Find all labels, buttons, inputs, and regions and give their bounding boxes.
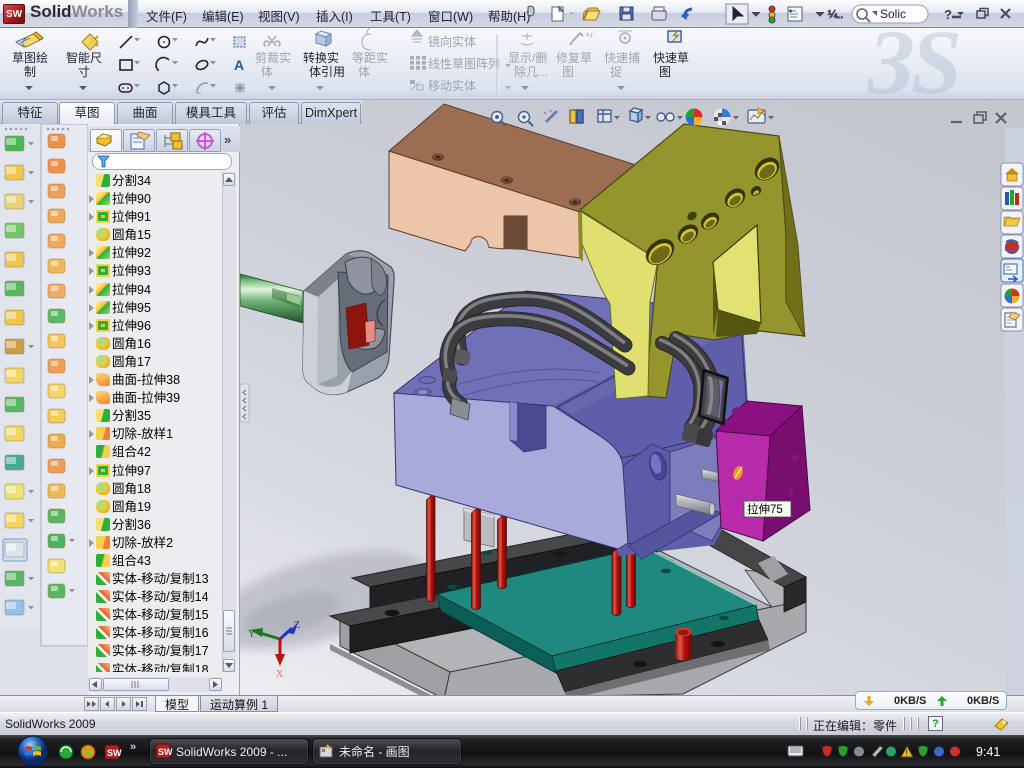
svg-text:!: !: [906, 749, 908, 758]
svg-text:镜向实体: 镜向实体: [428, 34, 476, 49]
svg-text:未命名 - 画图: 未命名 - 画图: [339, 744, 410, 759]
svg-text:寸: 寸: [78, 65, 90, 79]
svg-text:移动实体: 移动实体: [428, 78, 476, 93]
svg-text:捉: 捉: [610, 64, 622, 79]
svg-text:体引用: 体引用: [309, 65, 345, 79]
svg-text:X: X: [276, 669, 284, 680]
svg-text:SolidWorks 2009 - ...: SolidWorks 2009 - ...: [176, 745, 287, 759]
svg-text:»: »: [130, 741, 136, 753]
svg-text:除几...: 除几...: [514, 64, 548, 79]
svg-text:A: A: [234, 57, 244, 73]
svg-text:修复草: 修复草: [556, 50, 592, 65]
svg-text:体: 体: [261, 65, 273, 79]
svg-text:+/: +/: [585, 30, 593, 40]
svg-text:剪裁实: 剪裁实: [255, 50, 291, 65]
svg-text:9:41: 9:41: [976, 745, 1000, 759]
svg-text:快速捕: 快速捕: [604, 50, 640, 65]
svg-text:草图绘: 草图绘: [12, 50, 48, 65]
svg-text:智能尺: 智能尺: [66, 50, 102, 65]
svg-text:SW: SW: [107, 748, 122, 758]
svg-text:显示/删: 显示/删: [508, 51, 547, 65]
svg-text:制: 制: [24, 65, 36, 79]
svg-text:等距实: 等距实: [352, 50, 388, 65]
svg-text:Solic: Solic: [880, 7, 906, 21]
svg-text:体: 体: [358, 65, 370, 79]
svg-text:图: 图: [659, 65, 671, 79]
svg-text:SW: SW: [158, 747, 173, 757]
svg-text:快速草: 快速草: [653, 51, 689, 65]
svg-text:Z: Z: [294, 620, 300, 631]
svg-text:¼..: ¼..: [828, 9, 843, 21]
svg-text:线性草图阵列: 线性草图阵列: [428, 57, 500, 71]
svg-text:图: 图: [562, 65, 574, 79]
svg-text:拉伸75: 拉伸75: [747, 502, 783, 516]
svg-text:Y: Y: [248, 629, 255, 640]
svg-text:转换实: 转换实: [303, 50, 339, 65]
